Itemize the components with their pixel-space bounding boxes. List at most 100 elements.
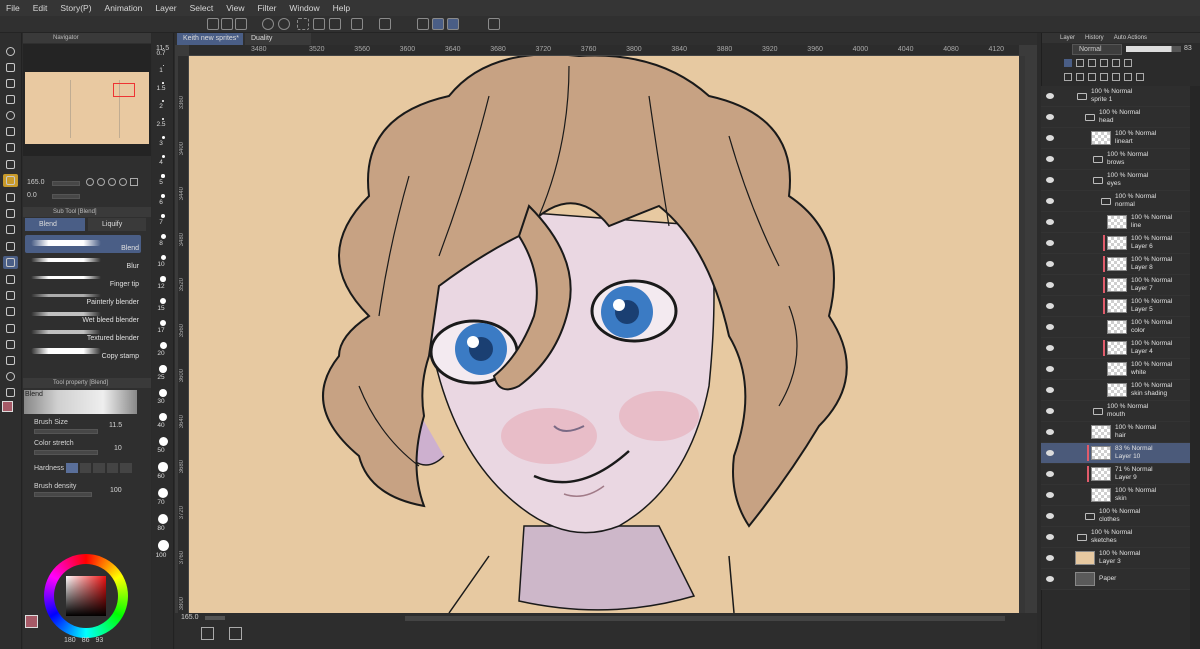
tab-layer[interactable]: Layer — [1060, 33, 1075, 43]
eye-icon[interactable] — [1046, 282, 1054, 288]
brush-size-dot[interactable] — [159, 365, 167, 373]
layer-row[interactable]: 100 % Normal normal — [1041, 191, 1190, 212]
layer-row[interactable]: 100 % Normal lineart — [1041, 128, 1190, 149]
operation-tool[interactable] — [3, 77, 18, 90]
brush-size-dot[interactable] — [161, 136, 165, 139]
actual-size-icon[interactable] — [108, 178, 116, 186]
companion-icon[interactable] — [488, 18, 500, 30]
hue-value[interactable]: 180 — [64, 637, 76, 644]
brush-size-dot[interactable] — [161, 174, 165, 178]
merge-icon[interactable] — [1112, 73, 1120, 81]
new-file-icon[interactable] — [207, 18, 219, 30]
layer-row[interactable]: 100 % Normal Layer 7 — [1041, 275, 1190, 296]
figure-tool[interactable] — [3, 305, 18, 318]
brush-size-dot[interactable] — [161, 193, 165, 198]
brush-density-value[interactable]: 100 — [110, 487, 122, 494]
menu-item-window[interactable]: Window — [289, 3, 319, 13]
airbrush-tool[interactable] — [3, 207, 18, 220]
layer-row[interactable]: 100 % Normal mouth — [1041, 401, 1190, 422]
snap-icon[interactable] — [379, 18, 391, 30]
folder-icon[interactable] — [1085, 513, 1095, 520]
subtool-tab-liquify[interactable]: Liquify — [88, 218, 146, 231]
layer-opacity-slider[interactable] — [1126, 46, 1181, 52]
layer-row[interactable]: 100 % Normal Layer 8 — [1041, 254, 1190, 275]
save-icon[interactable] — [235, 18, 247, 30]
undo-icon[interactable] — [262, 18, 274, 30]
eye-icon[interactable] — [1046, 450, 1054, 456]
layer-row[interactable]: Paper — [1041, 569, 1190, 590]
brightness-value[interactable]: 93 — [95, 637, 103, 644]
eye-icon[interactable] — [1046, 156, 1054, 162]
eraser-tool[interactable] — [3, 240, 18, 253]
eye-icon[interactable] — [1046, 219, 1054, 225]
folder-icon[interactable] — [1093, 177, 1103, 184]
navigator-viewport-frame[interactable] — [113, 83, 135, 97]
new-raster-layer-icon[interactable] — [1064, 73, 1072, 81]
eye-icon[interactable] — [1046, 576, 1054, 582]
brush-item-blend[interactable]: Blend — [25, 235, 141, 253]
eye-icon[interactable] — [1046, 135, 1054, 141]
mask-icon[interactable] — [1124, 59, 1132, 67]
brush-size-dot[interactable] — [162, 99, 164, 102]
main-color-indicator[interactable] — [25, 615, 38, 628]
brush-size-value[interactable]: 11.5 — [109, 422, 122, 429]
eye-icon[interactable] — [1046, 387, 1054, 393]
lock-transparent-icon[interactable] — [1112, 59, 1120, 67]
select-all-icon[interactable] — [297, 18, 309, 30]
eye-icon[interactable] — [1046, 429, 1054, 435]
brush-tool[interactable] — [3, 191, 18, 204]
brush-size-dot[interactable] — [158, 462, 168, 472]
new-vector-layer-icon[interactable] — [1076, 73, 1084, 81]
gradient-tool[interactable] — [3, 289, 18, 302]
magic-wand-tool[interactable] — [3, 125, 18, 138]
brush-size-dot[interactable] — [162, 82, 164, 84]
blend-mode-select[interactable]: Normal — [1072, 44, 1122, 55]
decoration-tool[interactable] — [3, 223, 18, 236]
status-zoom[interactable]: 165.0 — [181, 614, 199, 621]
saturation-value-square[interactable] — [66, 576, 106, 616]
navigator-rotate-value[interactable]: 0.0 — [27, 192, 37, 199]
frame-tool[interactable] — [3, 322, 18, 335]
lock-icon[interactable] — [1100, 59, 1108, 67]
eye-icon[interactable] — [1046, 471, 1054, 477]
menu-item-edit[interactable]: Edit — [33, 3, 48, 13]
eye-icon[interactable] — [1046, 408, 1054, 414]
layer-row[interactable]: 100 % Normal skin — [1041, 485, 1190, 506]
brush-size-slider[interactable] — [34, 429, 98, 434]
menu-item-help[interactable]: Help — [333, 3, 350, 13]
layer-row[interactable]: 100 % Normal eyes — [1041, 170, 1190, 191]
balloon-tool[interactable] — [3, 370, 18, 383]
menu-item-layer[interactable]: Layer — [155, 3, 176, 13]
brush-item-blur[interactable]: Blur — [25, 253, 141, 271]
menu-item-filter[interactable]: Filter — [258, 3, 277, 13]
color-stretch-slider[interactable] — [34, 450, 98, 455]
navigator-rotate-slider[interactable] — [52, 194, 80, 199]
brush-size-dot[interactable] — [161, 155, 165, 158]
text-tool[interactable] — [3, 354, 18, 367]
layer-panel-scrollbar[interactable] — [1190, 86, 1200, 649]
eye-icon[interactable] — [1046, 261, 1054, 267]
layer-row[interactable]: 100 % Normal brows — [1041, 149, 1190, 170]
brush-size-dot[interactable] — [159, 388, 167, 397]
folder-icon[interactable] — [1093, 408, 1103, 415]
brush-item-finger-tip[interactable]: Finger tip — [25, 271, 141, 289]
brush-item-textured-blender[interactable]: Textured blender — [25, 325, 141, 343]
layer-row[interactable]: 100 % Normal white — [1041, 359, 1190, 380]
navigator-zoom-slider[interactable] — [52, 181, 80, 186]
brush-size-dot[interactable] — [158, 437, 168, 446]
subtool-tab-blend[interactable]: Blend — [25, 218, 85, 231]
eye-icon[interactable] — [1046, 324, 1054, 330]
layer-row[interactable]: 100 % Normal skin shading — [1041, 380, 1190, 401]
brush-size-dot[interactable] — [162, 65, 164, 66]
view-setting-icon[interactable] — [229, 627, 242, 640]
brush-item-copy-stamp[interactable]: Copy stamp — [25, 343, 141, 361]
fit-window-icon[interactable] — [130, 178, 138, 186]
tab-auto-actions[interactable]: Auto Actions — [1114, 33, 1147, 43]
status-zoom-slider[interactable] — [205, 616, 225, 620]
zoom-tool[interactable] — [3, 45, 18, 58]
layer-row[interactable]: 100 % Normal line — [1041, 212, 1190, 233]
eye-icon[interactable] — [1046, 177, 1054, 183]
layer-row[interactable]: 100 % Normal Layer 6 — [1041, 233, 1190, 254]
brush-size-dot[interactable] — [160, 234, 166, 239]
eye-icon[interactable] — [1046, 345, 1054, 351]
